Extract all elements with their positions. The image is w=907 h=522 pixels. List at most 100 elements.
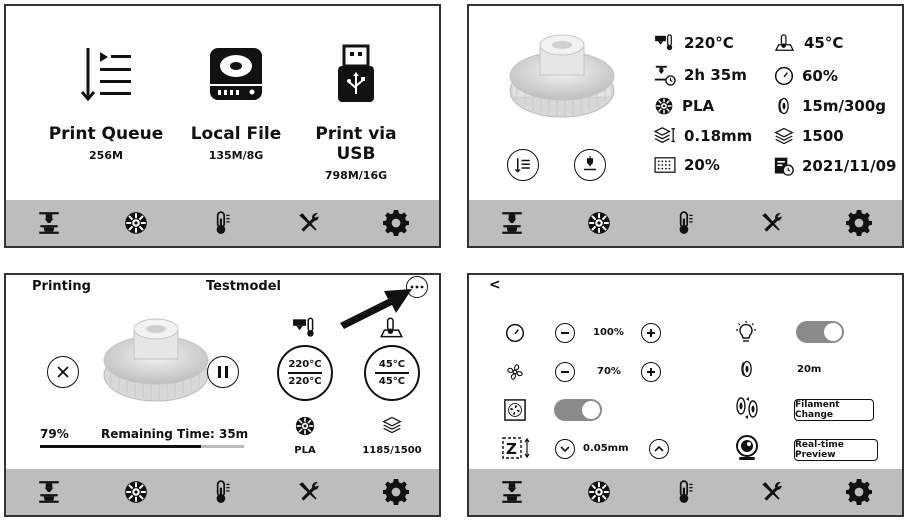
fan-value: 70%	[597, 366, 621, 377]
fan-increase-button[interactable]	[641, 362, 661, 382]
speed-increase-button[interactable]	[641, 323, 661, 343]
print-usb-item[interactable]: Print via USB 798M/16G	[296, 42, 416, 182]
remaining-time: Remaining Time: 35m	[101, 427, 249, 441]
plus-icon	[647, 329, 655, 337]
bottom-nav	[6, 469, 439, 515]
nav-print-button[interactable]	[26, 203, 72, 243]
nozzle-temp-value: 220°C	[684, 34, 734, 52]
nav-settings-button[interactable]	[373, 472, 419, 512]
nozzle-temp-current: 220°C	[288, 359, 322, 371]
usb-drive-icon	[338, 44, 374, 102]
thermometer-icon	[672, 210, 698, 236]
pause-icon	[218, 366, 228, 378]
printer-icon	[36, 479, 62, 505]
nav-settings-button[interactable]	[836, 472, 882, 512]
filament-change-button[interactable]: Filament Change	[794, 399, 874, 421]
bed-temp-control[interactable]: 45°C 45°C	[364, 345, 420, 401]
speed-value: 100%	[593, 327, 624, 338]
print-queue-item[interactable]: Print Queue 256M	[46, 42, 166, 162]
nav-tools-button[interactable]	[749, 472, 795, 512]
nav-tools-button[interactable]	[286, 203, 332, 243]
gear-icon	[383, 479, 409, 505]
print-queue-icon	[80, 48, 131, 102]
nav-filament-button[interactable]	[576, 472, 622, 512]
preheat-button[interactable]	[574, 149, 606, 181]
minus-icon	[561, 371, 569, 373]
nav-filament-button[interactable]	[113, 472, 159, 512]
nav-print-button[interactable]	[489, 203, 535, 243]
layers-value: 1500	[802, 127, 844, 145]
nav-temperature-button[interactable]	[199, 472, 245, 512]
nav-filament-button[interactable]	[113, 203, 159, 243]
calendar-clock-icon	[774, 157, 794, 176]
light-toggle[interactable]	[796, 321, 844, 343]
filament-type-value: PLA	[682, 97, 715, 115]
nozzle-temp-stat: 220°C	[654, 34, 734, 52]
z-offset-icon: Z	[502, 437, 530, 459]
bed-temp-value: 45°C	[804, 34, 844, 52]
fan-decrease-button[interactable]	[555, 362, 575, 382]
print-usb-size: 798M/16G	[324, 169, 388, 182]
tools-icon	[296, 210, 322, 236]
close-icon	[57, 366, 69, 378]
realtime-preview-button[interactable]: Real-time Preview	[794, 439, 878, 461]
nozzle-temp-icon	[293, 317, 314, 337]
print-time-stat: 2h 35m	[654, 64, 747, 86]
printer-icon	[36, 210, 62, 236]
plus-icon	[647, 368, 655, 376]
nav-temperature-button[interactable]	[662, 203, 708, 243]
bottom-nav	[469, 469, 902, 515]
bed-temp-stat: 45°C	[774, 34, 843, 52]
minus-icon	[561, 332, 569, 334]
filament-used-value: 15m/300g	[802, 97, 887, 115]
local-file-item[interactable]: Local File 135M/8G	[176, 42, 296, 162]
tools-icon	[759, 210, 785, 236]
nozzle-temp-target: 220°C	[288, 375, 322, 387]
nav-tools-button[interactable]	[749, 203, 795, 243]
chevron-down-icon	[560, 446, 570, 453]
gear-icon	[846, 479, 872, 505]
nozzle-temp-icon	[655, 34, 673, 51]
case-fan-icon	[504, 399, 526, 421]
print-status: Printing	[32, 279, 91, 294]
print-queue-icon	[514, 158, 530, 173]
nav-temperature-button[interactable]	[662, 472, 708, 512]
nav-tools-button[interactable]	[286, 472, 332, 512]
bed-temp-icon	[774, 34, 795, 51]
gear-icon	[383, 210, 409, 236]
nav-print-button[interactable]	[26, 472, 72, 512]
z-offset-up-button[interactable]	[649, 439, 669, 459]
speed-decrease-button[interactable]	[555, 323, 575, 343]
stop-button[interactable]	[47, 356, 79, 388]
filament-spool-icon	[123, 479, 149, 505]
filament-length-value: 20m	[797, 364, 822, 375]
gear-icon	[846, 210, 872, 236]
layer-height-stat: 0.18mm	[654, 126, 752, 146]
infill-icon	[654, 157, 676, 173]
layer-height-value: 0.18mm	[684, 127, 753, 145]
z-offset-value: 0.05mm	[583, 443, 629, 454]
nav-settings-button[interactable]	[836, 203, 882, 243]
date-value: 2021/11/09	[802, 157, 897, 175]
nozzle-temp-control[interactable]: 220°C 220°C	[277, 345, 333, 401]
bed-temp-current: 45°C	[378, 359, 406, 371]
nav-filament-button[interactable]	[576, 203, 622, 243]
nav-temperature-button[interactable]	[199, 203, 245, 243]
nav-settings-button[interactable]	[373, 203, 419, 243]
nav-print-button[interactable]	[489, 472, 535, 512]
infill-value: 20%	[684, 156, 720, 174]
printer-icon	[499, 479, 525, 505]
case-fan-toggle[interactable]	[554, 399, 602, 421]
pause-button[interactable]	[207, 356, 239, 388]
print-queue-label: Print Queue	[48, 124, 164, 144]
print-queue-button[interactable]	[507, 149, 539, 181]
speed-stat: 60%	[774, 66, 838, 86]
filament-spool-icon	[654, 96, 674, 116]
tools-icon	[296, 479, 322, 505]
back-button[interactable]: <	[489, 277, 501, 293]
thermometer-icon	[209, 210, 235, 236]
filament-used-stat: 15m/300g	[774, 96, 886, 116]
local-file-label: Local File	[190, 124, 282, 144]
printer-icon	[499, 210, 525, 236]
z-offset-down-button[interactable]	[555, 439, 575, 459]
